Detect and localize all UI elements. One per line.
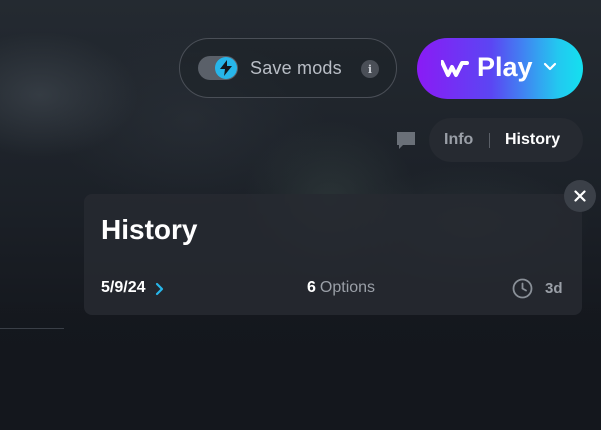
- history-age: 3d: [545, 280, 563, 297]
- w-logo-icon: [441, 60, 469, 77]
- chevron-right-icon: [156, 282, 164, 295]
- save-mods-label: Save mods: [250, 58, 342, 78]
- panel-tabs: Info History: [429, 118, 583, 162]
- tab-history[interactable]: History: [505, 131, 560, 149]
- save-mods-switch[interactable]: [198, 56, 238, 80]
- history-date: 5/9/24: [101, 279, 146, 296]
- play-button[interactable]: Play: [417, 38, 583, 99]
- close-button[interactable]: [564, 180, 596, 212]
- clock-icon: [512, 278, 533, 299]
- history-panel: History 5/9/24 6 Options 3d: [84, 194, 582, 315]
- chevron-down-icon[interactable]: [543, 62, 557, 72]
- tab-separator: [489, 133, 490, 148]
- play-label: Play: [477, 52, 533, 82]
- history-date-link[interactable]: 5/9/24: [101, 279, 164, 297]
- options-summary: 6 Options: [307, 279, 375, 297]
- background-fade: [0, 300, 601, 430]
- lightning-bolt-icon: [215, 57, 237, 79]
- info-icon[interactable]: i: [361, 60, 379, 78]
- panel-title: History: [101, 214, 198, 245]
- options-count: 6: [307, 279, 316, 296]
- divider-line: [0, 328, 64, 329]
- options-label: Options: [319, 279, 376, 296]
- save-mods-toggle[interactable]: Save mods i: [179, 38, 397, 98]
- chat-bubble-icon[interactable]: [396, 131, 416, 150]
- tab-info[interactable]: Info: [444, 131, 473, 149]
- close-icon: [574, 190, 586, 202]
